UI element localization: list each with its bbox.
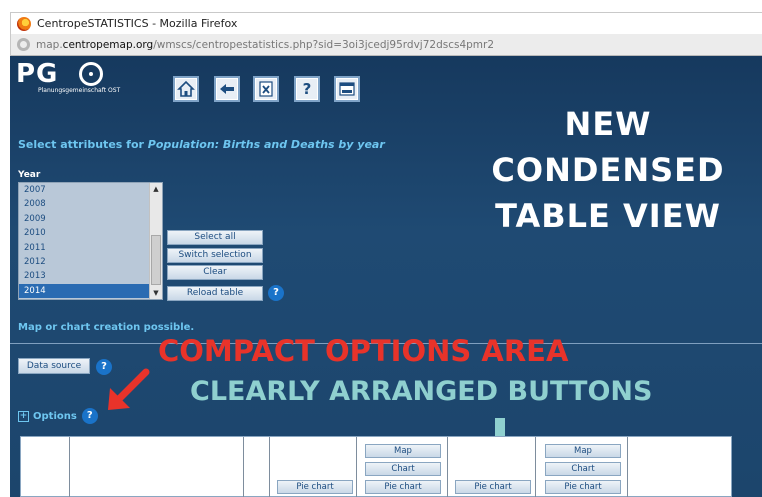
close-window-button[interactable] — [334, 76, 360, 102]
attributes-prefix: Select attributes for — [18, 138, 148, 151]
scroll-up-icon[interactable]: ▲ — [150, 183, 162, 195]
map-button[interactable]: Map — [365, 444, 441, 458]
year-scrollbar[interactable]: ▲ ▼ — [149, 183, 162, 299]
pie-chart-button[interactable]: Pie chart — [365, 480, 441, 494]
help-icon: ? — [302, 80, 312, 98]
browser-titlebar: CentropeSTATISTICS - Mozilla Firefox — [10, 12, 762, 34]
home-icon — [177, 80, 195, 97]
close-window-icon — [339, 82, 355, 96]
table-column — [70, 437, 244, 497]
options-help-icon[interactable]: ? — [81, 408, 98, 424]
url-prefix: map. — [36, 38, 63, 51]
options-toggle[interactable]: + Options ? — [18, 408, 98, 424]
pgo-logo: PG Planungsgemeinschaft OST — [16, 60, 126, 96]
year-item[interactable]: 2012 — [19, 255, 150, 269]
address-bar[interactable]: map. centropemap.org/wmscs/centropestatis… — [10, 34, 762, 56]
excel-export-button[interactable] — [253, 76, 279, 102]
logo-text: PG — [16, 59, 59, 89]
status-text: Map or chart creation possible. — [18, 322, 195, 333]
attributes-heading: Select attributes for Population: Births… — [18, 138, 385, 151]
url-domain: centropemap.org — [62, 38, 154, 51]
headline-line-2: CONDENSED — [491, 151, 725, 189]
select-all-button[interactable]: Select all — [167, 230, 263, 245]
pie-chart-button[interactable]: Pie chart — [545, 480, 621, 494]
compact-options-annotation: COMPACT OPTIONS AREA — [158, 334, 569, 368]
map-button[interactable]: Map — [545, 444, 621, 458]
year-label: Year — [18, 170, 41, 180]
table-column — [244, 437, 270, 497]
globe-icon — [17, 38, 30, 51]
year-item[interactable]: 2013 — [19, 269, 150, 283]
scrollbar-thumb[interactable] — [151, 235, 161, 285]
table-column — [21, 437, 70, 497]
year-item[interactable]: 2010 — [19, 226, 150, 240]
year-item[interactable]: 2007 — [19, 183, 150, 197]
help-button[interactable]: ? — [294, 76, 320, 102]
logo-wheel-icon — [79, 62, 103, 86]
reload-table-button[interactable]: Reload table — [167, 286, 263, 301]
logo-subtitle: Planungsgemeinschaft OST — [38, 87, 121, 94]
year-item[interactable]: 2011 — [19, 241, 150, 255]
home-button[interactable] — [173, 76, 199, 102]
headline-annotation: NEW CONDENSED TABLE VIEW — [458, 101, 758, 239]
url-path: /wmscs/centropestatistics.php?sid=3oi3jc… — [153, 38, 495, 51]
chart-button[interactable]: Chart — [365, 462, 441, 476]
pie-chart-button[interactable]: Pie chart — [277, 480, 353, 494]
reload-help-icon[interactable]: ? — [268, 285, 284, 301]
chart-button[interactable]: Chart — [545, 462, 621, 476]
year-item[interactable]: 2008 — [19, 197, 150, 211]
year-item[interactable]: 2009 — [19, 212, 150, 226]
page-content: PG Planungsgemeinschaft OST ? NEW CONDEN… — [10, 56, 762, 497]
results-table: Pie chart Map Chart Pie chart Pie chart … — [20, 436, 732, 497]
headline-line-1: NEW — [564, 105, 652, 143]
arranged-buttons-annotation: CLEARLY ARRANGED BUTTONS — [190, 376, 653, 407]
pie-chart-button[interactable]: Pie chart — [455, 480, 531, 494]
data-source-button[interactable]: Data source — [18, 358, 90, 374]
headline-line-3: TABLE VIEW — [495, 197, 721, 235]
clear-button[interactable]: Clear — [167, 265, 263, 280]
excel-export-icon — [259, 81, 273, 97]
year-listbox[interactable]: 2007 2008 2009 2010 2011 2012 2013 2014 … — [18, 182, 163, 300]
switch-selection-button[interactable]: Switch selection — [167, 248, 263, 263]
window-title: CentropeSTATISTICS - Mozilla Firefox — [37, 17, 238, 30]
firefox-icon — [17, 16, 31, 31]
scroll-down-icon[interactable]: ▼ — [150, 287, 162, 299]
back-arrow-icon — [220, 84, 234, 94]
year-item-selected[interactable]: 2014 — [19, 283, 150, 299]
options-label: Options — [33, 410, 77, 422]
expand-plus-icon: + — [18, 410, 29, 422]
attributes-dataset: Population: Births and Deaths by year — [147, 138, 385, 151]
red-arrow-icon — [108, 368, 150, 410]
back-button[interactable] — [214, 76, 240, 102]
